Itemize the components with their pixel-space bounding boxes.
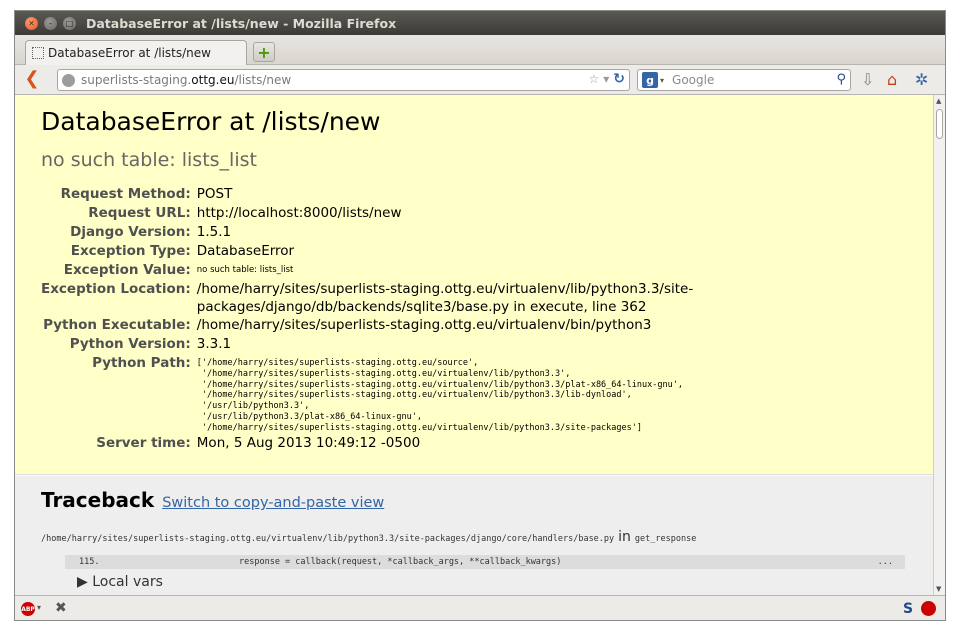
- meta-value: /home/harry/sites/superlists-staging.ott…: [196, 281, 694, 315]
- tab-active[interactable]: DatabaseError at /lists/new: [25, 40, 247, 65]
- close-window-icon[interactable]: ✕: [25, 16, 38, 30]
- meta-value: no such table: lists_list: [196, 265, 294, 275]
- traceback-header: Traceback Switch to copy-and-paste view: [41, 488, 384, 512]
- extension-icon[interactable]: ✲: [915, 71, 928, 89]
- skype-icon[interactable]: S: [903, 601, 913, 617]
- google-engine-icon[interactable]: g: [642, 72, 658, 88]
- meta-row: Django Version: 1.5.1: [41, 223, 857, 242]
- meta-row: Request URL: http://localhost:8000/lists…: [41, 204, 857, 223]
- meta-label: Exception Location:: [41, 281, 191, 297]
- search-icon[interactable]: ⚲: [836, 72, 846, 87]
- close-addon-bar-icon[interactable]: ✖: [55, 600, 67, 616]
- url-dropdown-icon[interactable]: ▾: [603, 72, 609, 86]
- meta-label: Request URL:: [88, 205, 191, 221]
- url-bar[interactable]: superlists-staging.ottg.eu/lists/new ☆ ▾…: [57, 69, 630, 91]
- addon-bar: ABP ▾ ✖ S: [15, 595, 945, 620]
- meta-label: Django Version:: [70, 224, 191, 240]
- error-subtitle: no such table: lists_list: [41, 149, 257, 171]
- vertical-scrollbar[interactable]: ▲ ▼: [933, 95, 945, 595]
- adblock-icon[interactable]: ABP: [21, 602, 35, 616]
- meta-row: Exception Type: DatabaseError: [41, 242, 857, 261]
- frame-context-line[interactable]: 115. response = callback(request, *callb…: [65, 555, 905, 569]
- error-summary: DatabaseError at /lists/new no such tabl…: [15, 95, 933, 475]
- meta-row: Exception Value: no such table: lists_li…: [41, 261, 857, 280]
- page-favicon-icon: [32, 47, 44, 59]
- download-icon[interactable]: ⇩: [861, 71, 874, 89]
- search-bar[interactable]: g ▾ Google ⚲: [637, 69, 851, 91]
- meta-row: Python Executable: /home/harry/sites/sup…: [41, 316, 857, 335]
- frame-code: response = callback(request, *callback_a…: [239, 557, 562, 567]
- tab-label: DatabaseError at /lists/new: [48, 46, 211, 60]
- url-text: superlists-staging.ottg.eu/lists/new: [81, 73, 292, 87]
- navigation-bar: ❮ superlists-staging.ottg.eu/lists/new ☆…: [15, 65, 945, 95]
- meta-value: Mon, 5 Aug 2013 10:49:12 -0500: [196, 434, 421, 451]
- meta-label: Exception Type:: [70, 243, 191, 259]
- frame-line-number: 115.: [79, 557, 100, 567]
- addon-status-icon[interactable]: [921, 601, 936, 616]
- maximize-window-icon[interactable]: □: [63, 16, 76, 30]
- meta-label: Python Executable:: [43, 317, 191, 333]
- globe-icon: [62, 73, 75, 87]
- meta-value: 1.5.1: [196, 224, 232, 240]
- traceback-section: Traceback Switch to copy-and-paste view …: [15, 476, 933, 595]
- python-path-list: ['/home/harry/sites/superlists-staging.o…: [196, 358, 683, 433]
- traceback-title: Traceback: [41, 488, 155, 512]
- scroll-up-icon[interactable]: ▲: [936, 97, 941, 105]
- scroll-down-icon[interactable]: ▼: [936, 585, 941, 593]
- home-icon[interactable]: ⌂: [887, 71, 897, 89]
- url-actions: ☆ ▾ ↻: [588, 71, 625, 87]
- bookmark-star-icon[interactable]: ☆: [588, 72, 599, 86]
- meta-value: 3.3.1: [196, 336, 232, 352]
- page-viewport: DatabaseError at /lists/new no such tabl…: [15, 95, 933, 595]
- window-title: DatabaseError at /lists/new - Mozilla Fi…: [86, 15, 397, 31]
- meta-label: Exception Value:: [63, 262, 191, 278]
- meta-label: Python Path:: [92, 355, 191, 371]
- meta-label: Request Method:: [60, 186, 191, 202]
- scroll-thumb[interactable]: [936, 109, 943, 139]
- meta-value: DatabaseError: [196, 243, 295, 259]
- meta-label: Server time:: [96, 434, 191, 451]
- meta-value: /home/harry/sites/superlists-staging.ott…: [196, 317, 652, 333]
- meta-row: Python Version: 3.3.1: [41, 335, 857, 354]
- meta-label: Python Version:: [69, 336, 191, 352]
- switch-view-link[interactable]: Switch to copy-and-paste view: [162, 495, 384, 511]
- new-tab-button[interactable]: +: [253, 42, 275, 62]
- adblock-dropdown-icon[interactable]: ▾: [37, 603, 41, 612]
- frame-expand-ellipsis[interactable]: ...: [878, 555, 893, 569]
- meta-value: POST: [196, 186, 233, 202]
- engine-dropdown-icon[interactable]: ▾: [660, 76, 664, 85]
- minimize-window-icon[interactable]: –: [44, 16, 57, 30]
- local-vars-toggle[interactable]: ▶ Local vars: [77, 574, 163, 590]
- frame-file-path: /home/harry/sites/superlists-staging.ott…: [41, 529, 697, 545]
- browser-window: ✕ – □ DatabaseError at /lists/new - Mozi…: [14, 10, 946, 621]
- request-meta-table: Request Method: POST Request URL: http:/…: [41, 185, 857, 453]
- title-bar: ✕ – □ DatabaseError at /lists/new - Mozi…: [15, 11, 945, 35]
- meta-value: http://localhost:8000/lists/new: [196, 205, 402, 221]
- reload-icon[interactable]: ↻: [613, 71, 625, 87]
- meta-row: Exception Location: /home/harry/sites/su…: [41, 280, 857, 316]
- error-title: DatabaseError at /lists/new: [41, 107, 381, 136]
- meta-row: Request Method: POST: [41, 185, 857, 204]
- meta-value: ['/home/harry/sites/superlists-staging.o…: [197, 354, 857, 434]
- back-arrow-icon[interactable]: ❮: [23, 70, 41, 89]
- tab-strip: DatabaseError at /lists/new +: [15, 35, 945, 65]
- search-placeholder: Google: [672, 73, 715, 87]
- meta-row: Server time: Mon, 5 Aug 2013 10:49:12 -0…: [41, 434, 857, 453]
- meta-row: Python Path: ['/home/harry/sites/superli…: [41, 354, 857, 434]
